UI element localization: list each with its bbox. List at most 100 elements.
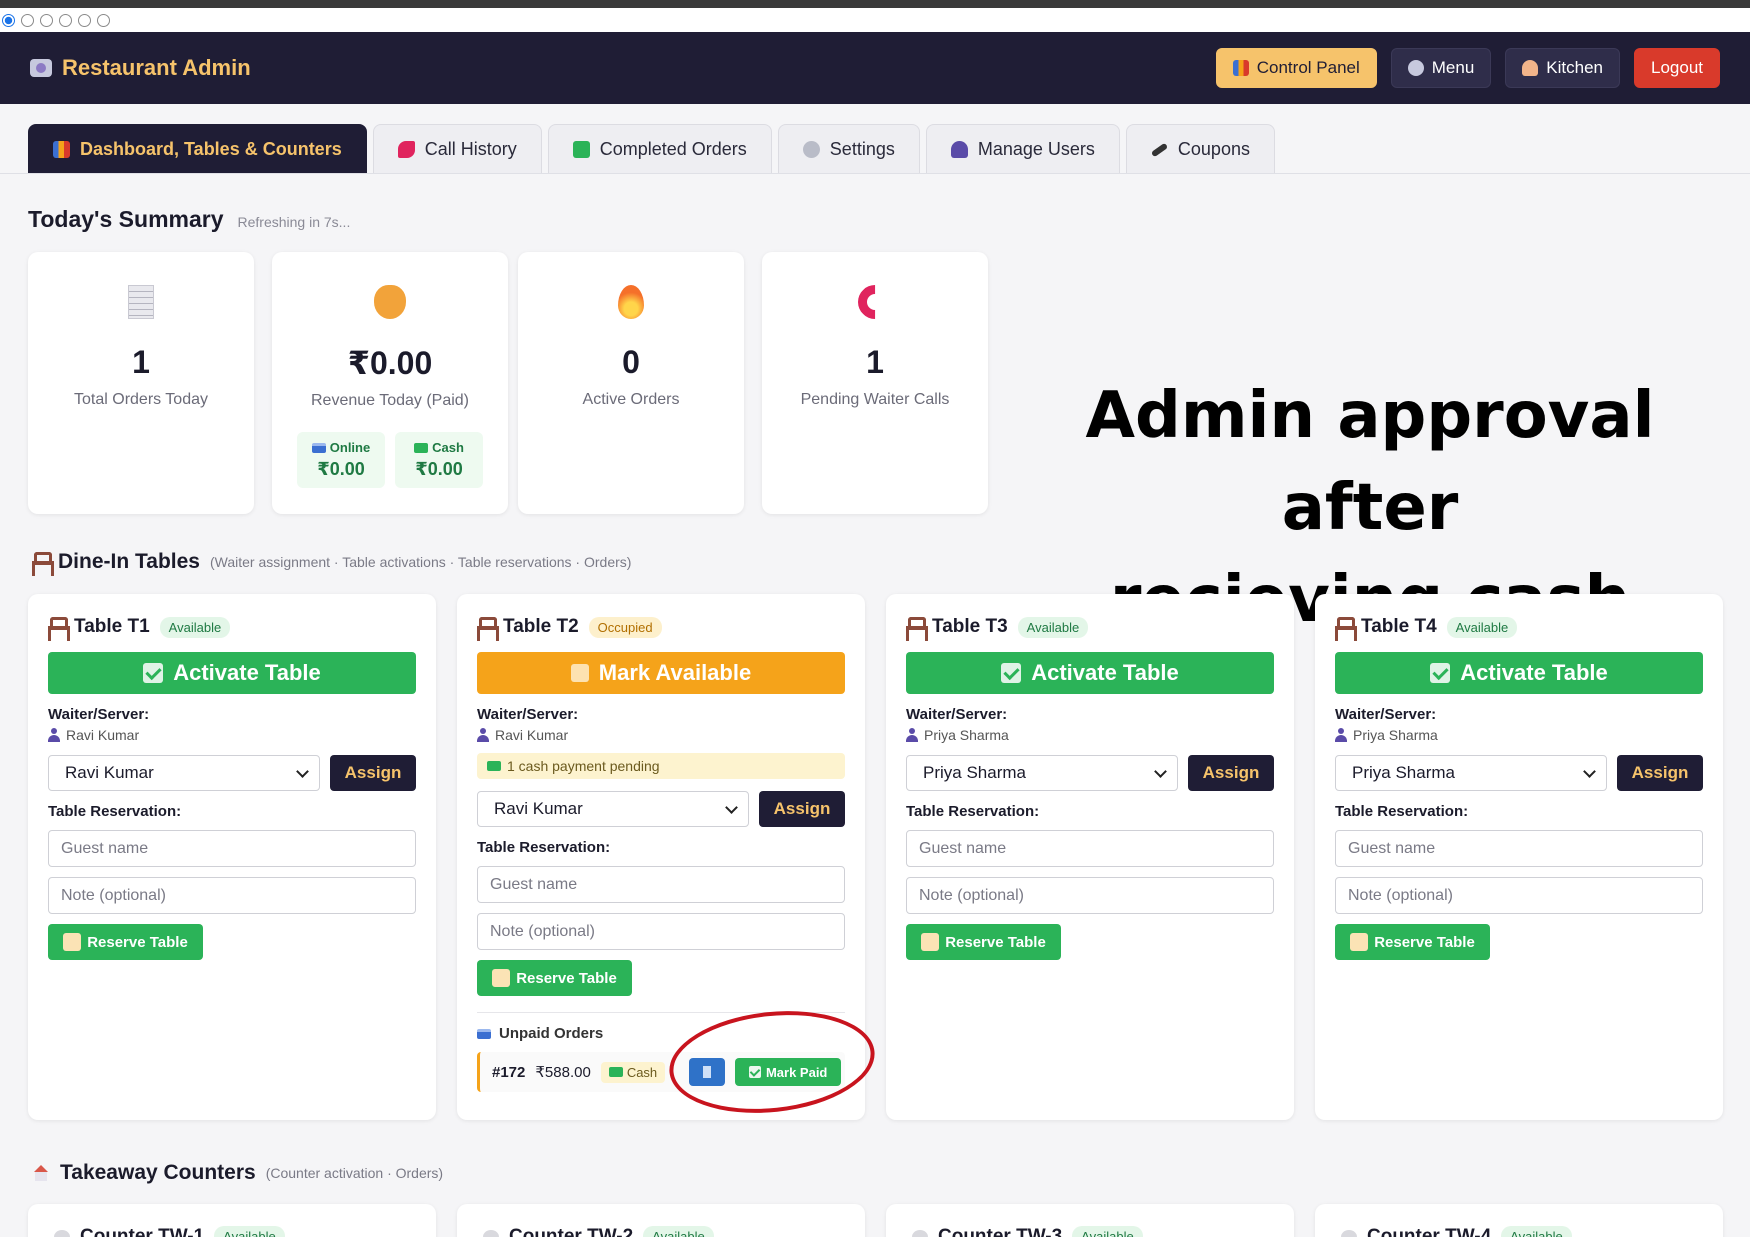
table-name: Table T4 <box>1361 616 1437 637</box>
waiter-select[interactable]: Priya Sharma <box>1335 755 1607 791</box>
waiter-select-value: Ravi Kumar <box>65 763 154 782</box>
reservation-label: Table Reservation: <box>906 803 1040 820</box>
tab-dashboard[interactable]: Dashboard, Tables & Counters <box>28 124 367 174</box>
note-input[interactable]: Note (optional) <box>48 877 416 914</box>
tab-dot[interactable] <box>21 13 34 27</box>
divider <box>477 1012 845 1013</box>
current-waiter: Priya Sharma <box>1353 727 1438 743</box>
reserve-table-button[interactable]: Reserve Table <box>48 924 203 960</box>
waiter-select[interactable]: Ravi Kumar <box>48 755 320 791</box>
table-card-t1: Table T1 Available Activate Table Waiter… <box>28 594 436 1120</box>
stat-value: 0 <box>622 344 640 380</box>
payment-method: Cash <box>626 1064 658 1080</box>
tab-completed-orders[interactable]: Completed Orders <box>547 124 772 174</box>
tab-dot-active[interactable] <box>2 13 15 27</box>
note-input[interactable]: Note (optional) <box>1335 877 1703 914</box>
cash-pending-note: 1 cash payment pending <box>477 753 845 779</box>
kitchen-button[interactable]: Kitchen <box>1505 48 1620 88</box>
assign-button[interactable]: Assign <box>759 791 845 827</box>
card-icon <box>311 442 326 453</box>
chart-icon <box>1232 60 1249 76</box>
counter-icon <box>912 1230 928 1237</box>
tab-settings[interactable]: Settings <box>777 124 920 174</box>
chevron-down-icon <box>725 800 738 814</box>
note-input[interactable]: Note (optional) <box>906 877 1274 914</box>
stat-card-waiter-calls: 1 Pending Waiter Calls <box>762 252 988 514</box>
activate-table-button[interactable]: Activate Table <box>906 652 1274 694</box>
stat-label: Total Orders Today <box>74 391 208 408</box>
tab-dot[interactable] <box>40 13 53 27</box>
activate-table-button[interactable]: Activate Table <box>48 652 416 694</box>
unpaid-orders-header: Unpaid Orders <box>477 1025 845 1042</box>
mark-paid-button[interactable]: Mark Paid <box>735 1058 842 1086</box>
note-input[interactable]: Note (optional) <box>477 913 845 950</box>
check-icon <box>1001 663 1022 683</box>
dine-in-subtitle: (Waiter assignment · Table activations ·… <box>209 554 632 570</box>
assign-button[interactable]: Assign <box>1617 755 1703 791</box>
reservation-label: Table Reservation: <box>477 839 611 856</box>
nav-actions: Control Panel Menu Kitchen Logout <box>1215 48 1720 88</box>
online-label: Online <box>329 440 371 455</box>
waiter-select[interactable]: Priya Sharma <box>906 755 1178 791</box>
ticket-icon <box>1150 142 1169 157</box>
receipt-icon <box>121 282 161 322</box>
stat-label: Revenue Today (Paid) <box>310 392 470 409</box>
guest-name-input[interactable]: Guest name <box>1335 830 1703 867</box>
tab-dot[interactable] <box>78 13 91 27</box>
guest-name-input[interactable]: Guest name <box>906 830 1274 867</box>
guest-name-input[interactable]: Guest name <box>48 830 416 867</box>
mark-available-button[interactable]: Mark Available <box>477 652 845 694</box>
check-icon <box>572 141 590 158</box>
status-badge: Available <box>643 1226 714 1237</box>
reserve-table-button[interactable]: Reserve Table <box>906 924 1061 960</box>
takeaway-header: Takeaway Counters (Counter activation · … <box>32 1161 443 1185</box>
tab-call-history[interactable]: Call History <box>372 124 542 174</box>
person-icon <box>48 728 60 742</box>
counter-card-tw3: Counter TW-3 Available <box>886 1204 1294 1237</box>
tab-coupons[interactable]: Coupons <box>1125 124 1275 174</box>
menu-button[interactable]: Menu <box>1390 48 1492 88</box>
current-waiter: Ravi Kumar <box>66 727 140 743</box>
takeaway-title: Takeaway Counters <box>60 1161 256 1184</box>
order-amount: ₹588.00 <box>535 1064 591 1081</box>
reserve-table-button[interactable]: Reserve Table <box>477 960 632 996</box>
unpaid-order-row: #172 ₹588.00 Cash Mark Paid <box>477 1052 845 1092</box>
counter-icon <box>483 1230 499 1237</box>
users-icon <box>950 141 968 158</box>
counter-name: Counter TW-2 <box>509 1226 634 1237</box>
lock-icon <box>492 969 511 987</box>
logout-button[interactable]: Logout <box>1634 48 1720 88</box>
activate-label: Activate Table <box>1031 660 1179 685</box>
check-icon <box>748 1066 761 1078</box>
gear-icon <box>802 141 820 158</box>
counter-card-tw1: Counter TW-1 Available <box>28 1204 436 1237</box>
tab-label: Call History <box>424 139 517 159</box>
waiter-label: Waiter/Server: <box>1335 706 1437 723</box>
tab-manage-users[interactable]: Manage Users <box>925 124 1120 174</box>
reserve-table-button[interactable]: Reserve Table <box>1335 924 1490 960</box>
guest-name-input[interactable]: Guest name <box>477 866 845 903</box>
activate-table-button[interactable]: Activate Table <box>1335 652 1703 694</box>
tab-dot[interactable] <box>59 13 72 27</box>
control-panel-label: Control Panel <box>1256 58 1360 77</box>
assign-button[interactable]: Assign <box>1188 755 1274 791</box>
card-icon <box>477 1028 491 1039</box>
assign-button[interactable]: Assign <box>330 755 416 791</box>
status-badge: Available <box>1501 1226 1572 1237</box>
payment-method-tag: Cash <box>600 1061 666 1083</box>
control-panel-button[interactable]: Control Panel <box>1215 48 1377 88</box>
tab-dot[interactable] <box>97 13 110 27</box>
table-card-t4: Table T4 Available Activate Table Waiter… <box>1315 594 1723 1120</box>
waiter-label: Waiter/Server: <box>906 706 1008 723</box>
person-icon <box>1335 728 1347 742</box>
phone-icon <box>850 277 900 327</box>
tab-label: Settings <box>829 139 895 159</box>
stat-value: 1 <box>132 344 150 380</box>
view-receipt-button[interactable] <box>689 1058 726 1086</box>
kitchen-label: Kitchen <box>1546 58 1603 77</box>
waiter-select[interactable]: Ravi Kumar <box>477 791 749 827</box>
stat-value: 1 <box>866 344 884 380</box>
person-icon <box>906 728 918 742</box>
table-name: Table T1 <box>74 616 150 637</box>
chevron-down-icon <box>296 764 309 778</box>
